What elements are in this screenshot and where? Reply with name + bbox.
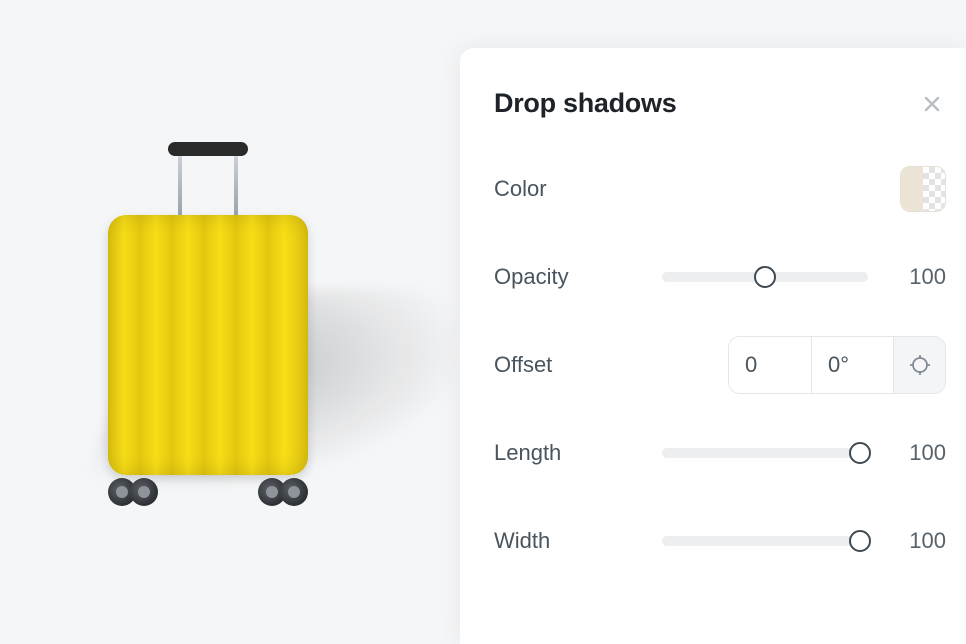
suitcase-handle [168,142,248,156]
opacity-slider-thumb[interactable] [754,266,776,288]
drop-shadows-panel: Drop shadows Color Opacity 100 Offset [460,48,966,644]
length-row: Length 100 [494,427,946,479]
opacity-value[interactable]: 100 [890,264,946,290]
color-swatch[interactable] [900,166,946,212]
opacity-label: Opacity [494,264,662,290]
crosshair-icon [909,354,931,376]
offset-angle-input[interactable]: 0° [811,337,893,393]
width-label: Width [494,528,662,554]
close-icon [922,94,942,114]
width-slider[interactable] [662,536,868,546]
length-slider[interactable] [662,448,868,458]
opacity-slider[interactable] [662,272,868,282]
color-swatch-solid [901,167,923,211]
suitcase-wheel [130,478,158,506]
suitcase-body [108,215,308,475]
offset-label: Offset [494,352,662,378]
panel-title: Drop shadows [494,88,676,119]
suitcase-handle-post [178,156,182,216]
offset-row: Offset 0 0° [494,339,946,391]
offset-input-group: 0 0° [728,336,946,394]
color-row: Color [494,163,946,215]
length-label: Length [494,440,662,466]
offset-target-button[interactable] [893,337,945,393]
suitcase-wheel [280,478,308,506]
opacity-row: Opacity 100 [494,251,946,303]
width-slider-thumb[interactable] [849,530,871,552]
length-value[interactable]: 100 [890,440,946,466]
length-slider-thumb[interactable] [849,442,871,464]
preview-canvas [0,0,460,644]
panel-header: Drop shadows [494,88,946,119]
width-row: Width 100 [494,515,946,567]
close-button[interactable] [918,90,946,118]
suitcase-handle-post [234,156,238,216]
offset-distance-input[interactable]: 0 [729,337,811,393]
color-swatch-alpha [923,167,945,211]
width-value[interactable]: 100 [890,528,946,554]
color-label: Color [494,176,662,202]
